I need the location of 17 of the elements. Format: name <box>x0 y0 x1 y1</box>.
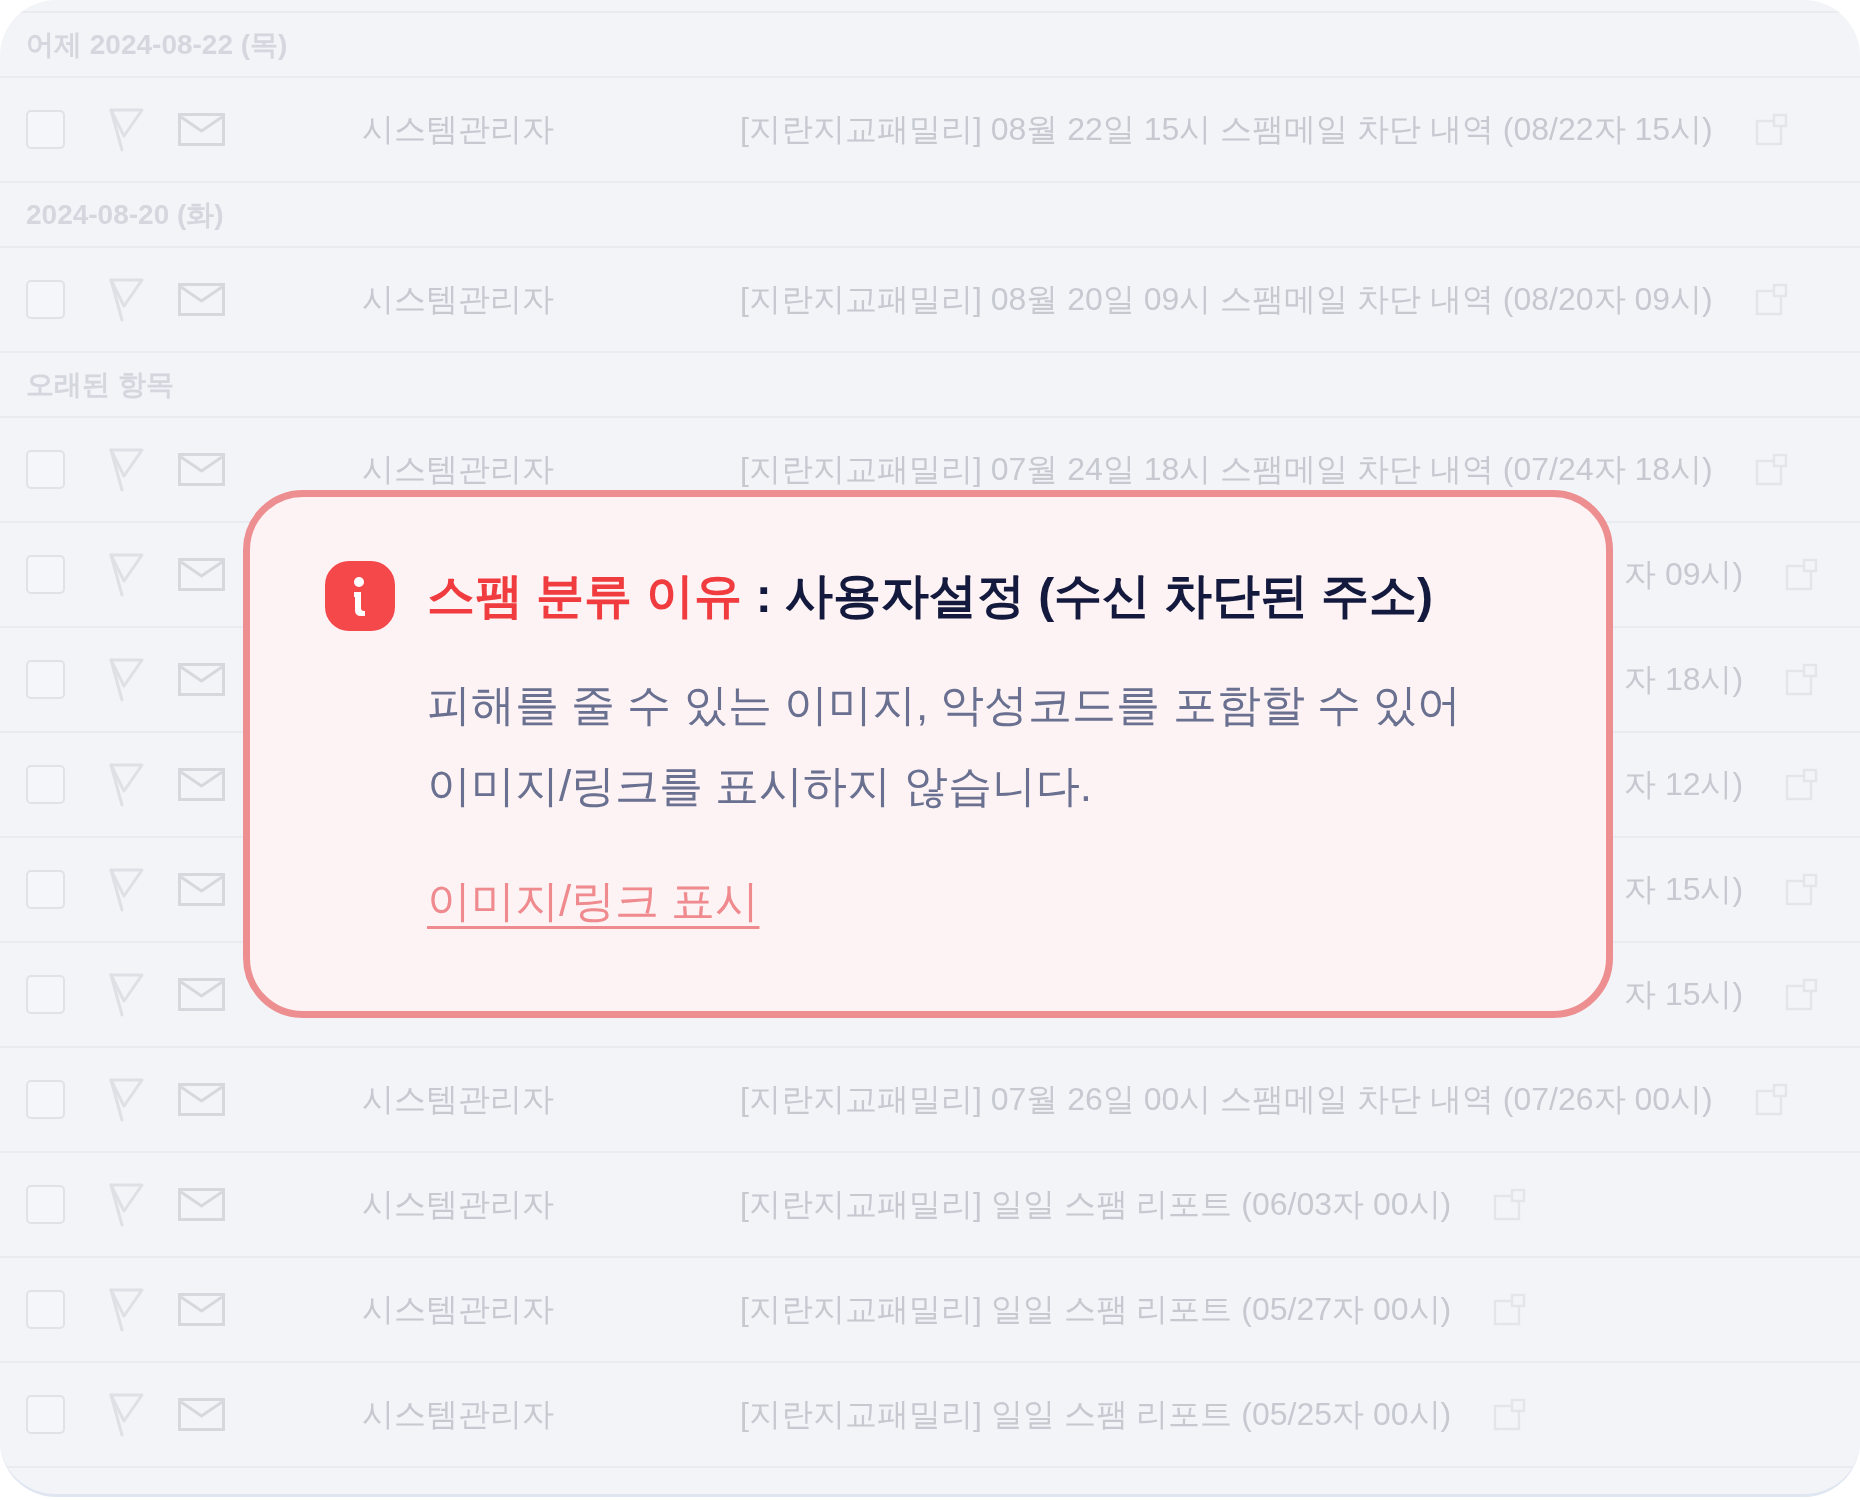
envelope-icon <box>178 113 225 146</box>
notice-message: 피해를 줄 수 있는 이미지, 악성코드를 포함할 수 있어 이미지/링크를 표시하지 않습니다. <box>427 679 1462 812</box>
envelope-icon <box>178 283 225 316</box>
envelope-icon <box>178 1188 225 1221</box>
envelope-icon <box>178 1398 225 1431</box>
reason-label: 스팸 분류 이유 <box>427 569 742 622</box>
envelope-icon <box>178 453 225 486</box>
envelope-icon <box>178 768 225 801</box>
envelope-icon <box>178 1293 225 1326</box>
info-icon <box>325 561 395 631</box>
envelope-icon <box>178 558 225 591</box>
envelope-icon <box>178 663 225 696</box>
envelope-icon <box>178 873 225 906</box>
envelope-icon <box>178 978 225 1011</box>
envelope-icon <box>178 1083 225 1116</box>
reason-value: : 사용자설정 (수신 차단된 주소) <box>755 569 1433 622</box>
show-images-link[interactable]: 이미지/링크 표시 <box>427 866 760 936</box>
